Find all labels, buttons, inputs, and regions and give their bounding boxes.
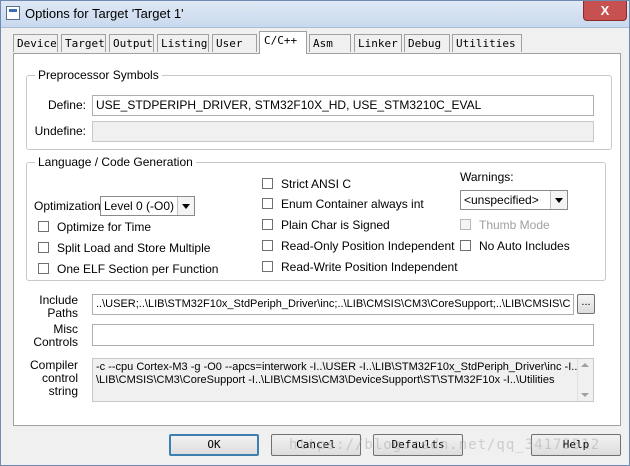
checkbox-icon	[38, 263, 49, 274]
ok-button[interactable]: OK	[169, 434, 259, 456]
help-button[interactable]: Help	[531, 434, 621, 456]
tab-utilities[interactable]: Utilities	[452, 34, 522, 52]
cancel-button[interactable]: Cancel	[271, 434, 361, 456]
tab-device[interactable]: Device	[13, 34, 58, 52]
checkbox-icon	[262, 198, 273, 209]
warnings-select[interactable]: <unspecified>	[460, 190, 568, 210]
strict-ansi-label: Strict ANSI C	[281, 177, 352, 191]
checkbox-icon	[38, 242, 49, 253]
include-paths-input[interactable]: ..\USER;..\LIB\STM32F10x_StdPeriph_Drive…	[92, 294, 574, 315]
enum-container-checkbox[interactable]: Enum Container always int	[262, 197, 424, 213]
defaults-button[interactable]: Defaults	[373, 434, 463, 456]
options-dialog: Options for Target 'Target 1' X Device T…	[0, 0, 630, 466]
no-auto-includes-checkbox[interactable]: No Auto Includes	[460, 239, 570, 255]
language-code-generation-legend: Language / Code Generation	[38, 155, 193, 169]
ro-position-independent-checkbox[interactable]: Read-Only Position Independent	[262, 239, 454, 255]
define-input[interactable]: USE_STDPERIPH_DRIVER, STM32F10X_HD, USE_…	[92, 95, 594, 116]
split-load-store-checkbox[interactable]: Split Load and Store Multiple	[38, 241, 210, 257]
scroll-down-arrow-icon[interactable]	[581, 393, 589, 397]
ro-position-independent-label: Read-Only Position Independent	[281, 239, 455, 253]
compiler-control-label: Compiler control string	[20, 359, 78, 398]
optimization-label: Optimization:	[34, 199, 105, 213]
title-bar[interactable]: Options for Target 'Target 1' X	[1, 1, 629, 28]
compiler-control-line1: -c --cpu Cortex-M3 -g -O0 --apcs=interwo…	[96, 361, 578, 373]
undefine-label: Undefine:	[34, 124, 86, 138]
plain-char-signed-checkbox[interactable]: Plain Char is Signed	[262, 218, 390, 234]
tab-debug[interactable]: Debug	[404, 34, 450, 52]
c-cpp-tab-page: Preprocessor Symbols Define: USE_STDPERI…	[13, 53, 621, 426]
split-load-store-label: Split Load and Store Multiple	[57, 241, 211, 255]
chevron-down-icon[interactable]	[177, 197, 194, 215]
misc-controls-input[interactable]	[92, 324, 594, 346]
no-auto-includes-label: No Auto Includes	[479, 239, 570, 253]
app-window-icon	[6, 6, 20, 20]
include-paths-browse-button[interactable]: ...	[577, 294, 595, 314]
one-elf-section-checkbox[interactable]: One ELF Section per Function	[38, 262, 218, 278]
warnings-selected-value: <unspecified>	[464, 193, 539, 207]
plain-char-signed-label: Plain Char is Signed	[281, 218, 390, 232]
checkbox-icon	[460, 240, 471, 251]
close-button[interactable]: X	[583, 1, 627, 21]
checkbox-icon	[262, 178, 273, 189]
optimize-for-time-label: Optimize for Time	[57, 220, 152, 234]
define-label: Define:	[47, 98, 86, 112]
strict-ansi-checkbox[interactable]: Strict ANSI C	[262, 177, 351, 193]
tab-target[interactable]: Target	[61, 34, 106, 52]
include-paths-label-line2: Paths	[47, 306, 78, 320]
scroll-up-arrow-icon[interactable]	[581, 363, 589, 367]
chevron-down-icon[interactable]	[550, 191, 567, 209]
tab-user[interactable]: User	[212, 34, 257, 52]
rw-position-independent-label: Read-Write Position Independent	[281, 260, 458, 274]
checkbox-icon	[38, 221, 49, 232]
thumb-mode-label: Thumb Mode	[479, 218, 550, 232]
warnings-label: Warnings:	[460, 170, 514, 184]
compiler-control-scrollbar[interactable]	[577, 359, 593, 401]
window-title: Options for Target 'Target 1'	[25, 6, 184, 21]
compiler-control-string[interactable]: -c --cpu Cortex-M3 -g -O0 --apcs=interwo…	[92, 358, 594, 402]
compiler-control-line2: \LIB\CMSIS\CM3\CoreSupport -I..\LIB\CMSI…	[96, 374, 555, 386]
one-elf-section-label: One ELF Section per Function	[57, 262, 219, 276]
undefine-input[interactable]	[92, 121, 594, 142]
thumb-mode-checkbox: Thumb Mode	[460, 218, 550, 234]
misc-controls-label-line2: Controls	[33, 335, 78, 349]
optimization-selected-value: Level 0 (-O0)	[104, 199, 175, 213]
tab-c-cpp[interactable]: C/C++	[259, 31, 307, 54]
tab-output[interactable]: Output	[109, 34, 154, 52]
tab-linker[interactable]: Linker	[354, 34, 402, 52]
checkbox-icon	[262, 240, 273, 251]
optimization-select[interactable]: Level 0 (-O0)	[100, 196, 195, 216]
tab-asm[interactable]: Asm	[309, 34, 351, 52]
enum-container-label: Enum Container always int	[281, 197, 424, 211]
checkbox-icon	[460, 219, 471, 230]
checkbox-icon	[262, 261, 273, 272]
checkbox-icon	[262, 219, 273, 230]
rw-position-independent-checkbox[interactable]: Read-Write Position Independent	[262, 260, 458, 276]
compiler-control-label-line3: string	[48, 384, 78, 398]
tab-listing[interactable]: Listing	[157, 34, 209, 52]
include-paths-label: Include Paths	[20, 294, 78, 320]
optimize-for-time-checkbox[interactable]: Optimize for Time	[38, 220, 151, 236]
misc-controls-label: Misc Controls	[20, 323, 78, 349]
preprocessor-symbols-legend: Preprocessor Symbols	[38, 68, 159, 82]
